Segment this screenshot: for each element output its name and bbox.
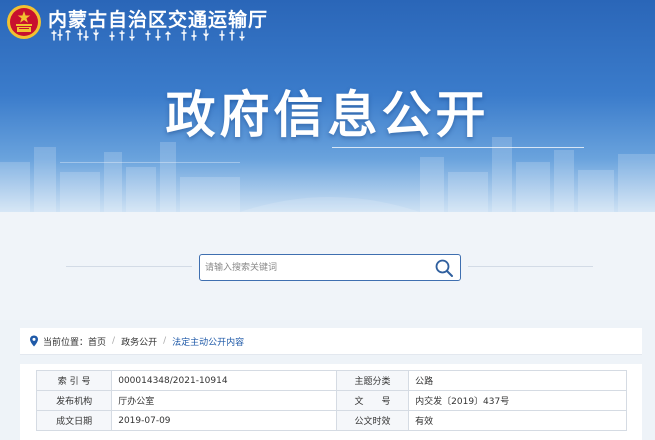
value-topic: 公路 (408, 370, 627, 391)
page-title: 政府信息公开 (165, 86, 490, 144)
search-icon[interactable] (434, 258, 454, 278)
title-underline (332, 147, 584, 148)
value-written-date: 2019-07-09 (111, 410, 337, 431)
document-info-panel: 索 引 号 000014348/2021-10914 主题分类 公路 发布机构 … (20, 364, 642, 440)
decorative-line (60, 162, 240, 163)
location-pin-icon (30, 335, 38, 347)
breadcrumb: 当前位置： 首页 / 政务公开 / 法定主动公开内容 (20, 328, 642, 355)
breadcrumb-gov-affairs[interactable]: 政务公开 (121, 335, 157, 348)
value-validity: 有效 (408, 410, 627, 431)
breadcrumb-separator: / (112, 336, 116, 346)
table-row: 索 引 号 000014348/2021-10914 主题分类 公路 (35, 370, 627, 391)
breadcrumb-separator: / (163, 336, 167, 346)
table-row: 成文日期 2019-07-09 公文时效 有效 (35, 410, 627, 431)
value-publisher: 厅办公室 (111, 390, 337, 411)
value-doc-number: 内交发〔2019〕437号 (408, 390, 627, 411)
header-banner: 内蒙古自治区交通运输厅 政府信息公开 (0, 0, 655, 212)
mongolian-script-logo (51, 29, 245, 41)
label-validity: 公文时效 (335, 410, 410, 431)
label-index-number: 索 引 号 (35, 370, 113, 391)
search-box (199, 254, 461, 281)
table-row: 发布机构 厅办公室 文 号 内交发〔2019〕437号 (35, 390, 627, 411)
breadcrumb-current[interactable]: 法定主动公开内容 (172, 335, 244, 348)
breadcrumb-prefix: 当前位置： (43, 337, 89, 348)
breadcrumb-home[interactable]: 首页 (88, 335, 106, 348)
label-publisher: 发布机构 (35, 390, 113, 411)
search-divider-left (66, 266, 192, 267)
document-metadata-table: 索 引 号 000014348/2021-10914 主题分类 公路 发布机构 … (35, 370, 627, 431)
national-emblem-icon (7, 5, 41, 39)
search-divider-right (468, 266, 593, 267)
search-input[interactable] (205, 259, 425, 277)
label-written-date: 成文日期 (35, 410, 113, 431)
value-index-number: 000014348/2021-10914 (111, 370, 337, 391)
label-topic: 主题分类 (335, 370, 410, 391)
label-doc-number: 文 号 (335, 390, 410, 411)
